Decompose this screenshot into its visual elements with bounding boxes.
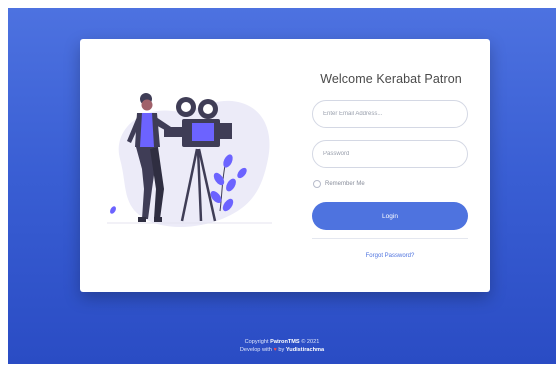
copyright-suffix: © 2021 (301, 339, 320, 345)
login-button[interactable]: Login (312, 202, 468, 230)
checkbox-circle-icon[interactable] (313, 180, 321, 188)
login-card: Welcome Kerabat Patron Remember Me Login… (80, 39, 490, 292)
forgot-password-link[interactable]: Forgot Password? (312, 253, 468, 259)
heart-icon: ♥ (273, 347, 277, 353)
remember-me-label: Remember Me (325, 181, 365, 187)
copyright-line: Copyright PatronTMS © 2021 (8, 338, 556, 346)
password-input[interactable] (312, 140, 468, 168)
footer: Copyright PatronTMS © 2021 Develop with … (8, 338, 556, 354)
videographer-illustration (107, 93, 272, 227)
remember-me-checkbox[interactable]: Remember Me (313, 180, 365, 188)
brand-name: PatronTMS (270, 339, 300, 345)
develop-prefix: Develop with (239, 347, 272, 353)
copyright-prefix: Copyright (244, 339, 269, 345)
divider (312, 238, 468, 239)
email-input[interactable] (312, 100, 468, 128)
developer-line: Develop with ♥ by Yudistirachma (8, 346, 556, 354)
login-title: Welcome Kerabat Patron (320, 72, 462, 86)
develop-by: by (278, 347, 285, 353)
developer-name: Yudistirachma (285, 347, 325, 353)
